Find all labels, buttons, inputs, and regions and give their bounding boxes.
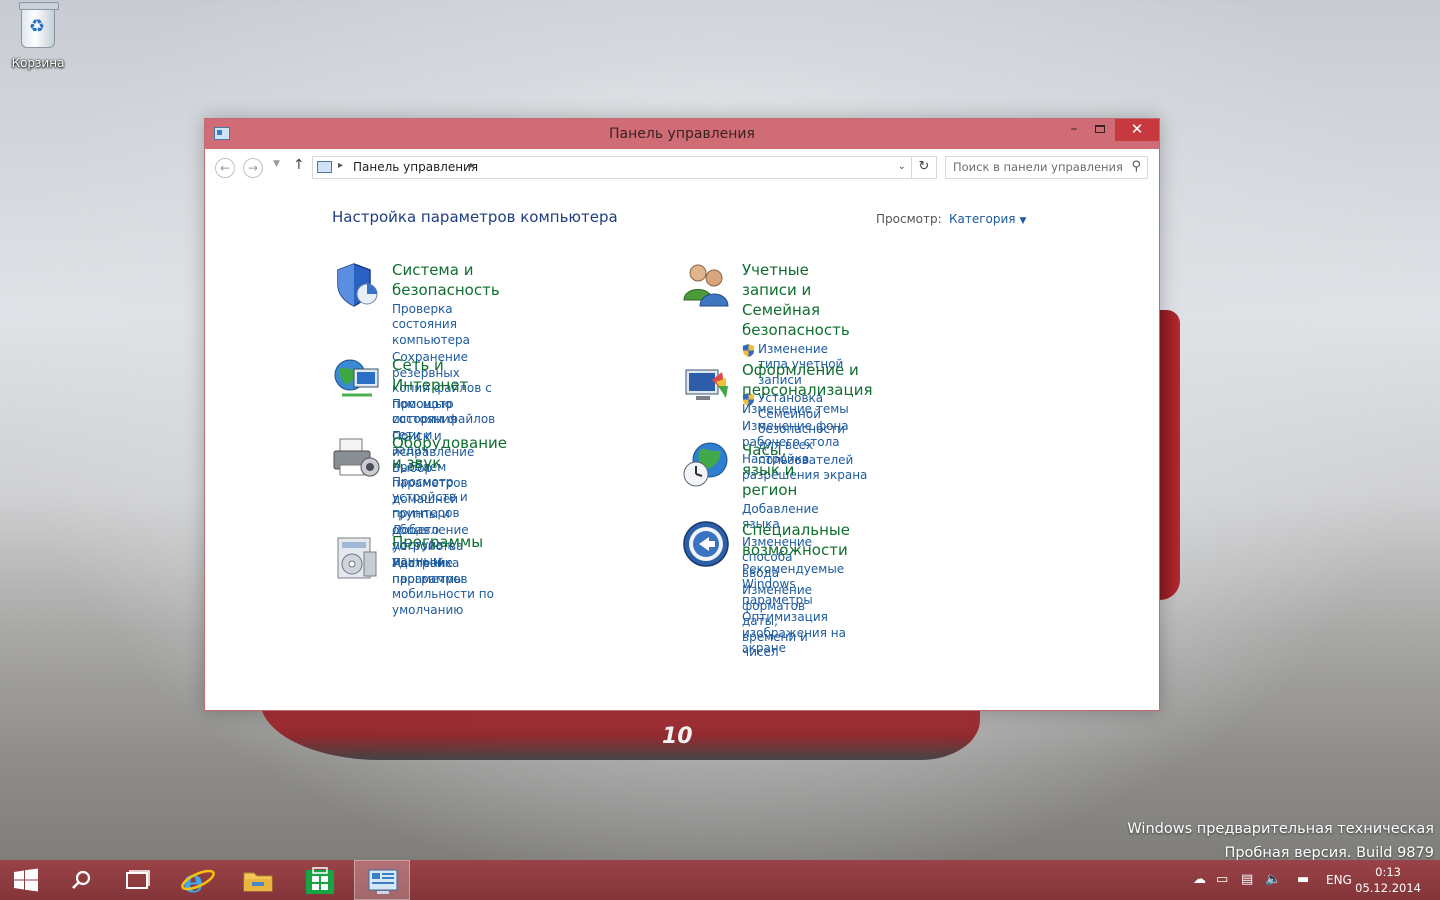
task-view-icon [126,870,150,889]
internet-explorer-icon: e [181,862,215,900]
navigation-bar: ← → ▼ ↑ ▸ Панель управления ▸ ⌄ ↻ ⚲ [205,149,1159,185]
main-content: Настройка параметров компьютера Просмотр… [205,185,1159,710]
task-view-button[interactable] [110,860,166,900]
start-button[interactable] [0,860,56,900]
taskbar-file-explorer[interactable] [230,860,286,900]
store-icon [306,867,334,894]
taskbar-control-panel[interactable] [354,860,410,900]
page-title: Настройка параметров компьютера [332,208,618,226]
taskbar-clock[interactable]: 0:13 05.12.2014 [1355,864,1421,896]
desktop-icon-recycle-bin[interactable]: Корзина [8,2,68,70]
volume-icon[interactable]: 🔈 [1265,872,1281,887]
recycle-bin-icon [19,2,59,48]
printer-icon[interactable] [332,433,382,483]
recycle-bin-label: Корзина [11,56,65,70]
category-title-link[interactable]: Часы, язык и регион [742,440,819,500]
control-panel-window: Панель управления – ✕ ← → ▼ ↑ ▸ Панель у… [204,118,1160,711]
back-button[interactable]: ← [215,158,235,178]
breadcrumb-control-panel[interactable]: Панель управления [353,160,478,174]
search-box[interactable]: ⚲ [945,156,1148,179]
task-link-continued[interactable]: умолчанию [392,603,507,619]
network-icon[interactable]: ▤ [1241,872,1253,887]
arrow-right-icon: → [247,161,259,175]
refresh-icon: ↻ [918,159,930,174]
title-bar[interactable]: Панель управления – ✕ [205,119,1159,149]
taskbar-store[interactable] [292,860,348,900]
build-watermark: Windows предварительная техническая Проб… [1127,817,1434,865]
task-link[interactable]: Изменение темы [742,402,872,418]
category-title-link-continued[interactable]: безопасность [742,320,853,340]
programs-icon[interactable] [332,532,382,582]
watermark-line: Windows предварительная техническая [1127,821,1434,837]
onedrive-icon[interactable]: ☁ [1193,872,1206,887]
shield-icon[interactable] [332,260,382,310]
recent-locations-button[interactable]: ▼ [273,159,280,169]
task-link[interactable]: Удаление программы [392,556,483,587]
windows-logo-icon [14,868,38,892]
minimize-button[interactable]: – [1061,119,1087,141]
maximize-icon [1095,125,1105,133]
view-by-label: Просмотр: [876,212,942,226]
arrow-up-icon: ↑ [293,157,305,173]
maximize-button[interactable] [1087,119,1113,141]
close-button[interactable]: ✕ [1115,119,1159,141]
breadcrumb-chevron-icon[interactable]: ▸ [338,160,343,171]
category-title-link[interactable]: Сеть и Интернет [392,355,468,395]
refresh-button[interactable]: ↻ [911,156,936,179]
view-by-value[interactable]: Категория [949,212,1016,226]
search-icon[interactable]: ⚲ [1131,159,1141,174]
search-button[interactable] [54,860,110,900]
address-history-dropdown[interactable]: ⌄ [898,161,906,172]
taskbar-internet-explorer[interactable]: e [170,860,226,900]
up-button[interactable]: ↑ [293,157,305,173]
forward-button[interactable]: → [243,158,263,178]
taskbar: e ☁ ▭ ▤ 🔈 ▬ ENG 0:13 05.12.2014 [0,860,1440,900]
task-link[interactable]: Рекомендуемые Windows параметры [742,562,850,609]
network-globe-icon[interactable] [332,355,382,405]
battery-icon[interactable]: ▭ [1216,872,1228,887]
clock-time: 0:13 [1375,865,1401,879]
category-title-link[interactable]: Программы [392,532,483,552]
category-title-link[interactable]: Оформление и персонализация [742,360,872,400]
search-input[interactable] [953,160,1123,174]
category-title-link[interactable]: Учетные записи и Семейная [742,260,853,320]
clock-date: 05.12.2014 [1355,881,1421,895]
input-language-indicator[interactable]: ENG [1326,873,1352,887]
address-field[interactable]: ▸ Панель управления ▸ ⌄ ↻ [312,156,937,179]
task-link[interactable]: Проверка состояния компьютера [392,302,500,349]
folder-icon [243,872,273,892]
accessibility-icon[interactable] [682,520,732,570]
control-panel-icon [368,869,398,894]
task-link[interactable]: Оптимизация изображения на экране [742,610,850,657]
category-title-link[interactable]: Специальные возможности [742,520,850,560]
wallpaper-car-side [1160,310,1180,600]
personalization-icon[interactable] [682,360,732,410]
wallpaper-car-number: 10 [662,724,693,749]
task-link[interactable]: Просмотр устройств и принтеров [392,475,507,522]
view-by-dropdown[interactable]: Категория ▼ [949,212,1026,226]
uac-shield-icon [742,343,755,357]
control-panel-location-icon [317,161,332,173]
category-title-link[interactable]: Система и безопасность [392,260,500,300]
search-icon [72,870,91,889]
chevron-down-icon: ▼ [1019,216,1027,226]
clock-globe-icon[interactable] [682,440,732,490]
category-title-link[interactable]: Оборудование и звук [392,433,507,473]
chevron-down-icon: ⌄ [897,161,906,172]
users-icon[interactable] [682,260,732,310]
breadcrumb-chevron-icon[interactable]: ▸ [470,160,475,171]
chevron-down-icon: ▼ [273,159,280,169]
action-center-icon[interactable]: ▬ [1297,872,1309,887]
arrow-left-icon: ← [219,161,231,175]
window-title: Панель управления [609,126,755,142]
